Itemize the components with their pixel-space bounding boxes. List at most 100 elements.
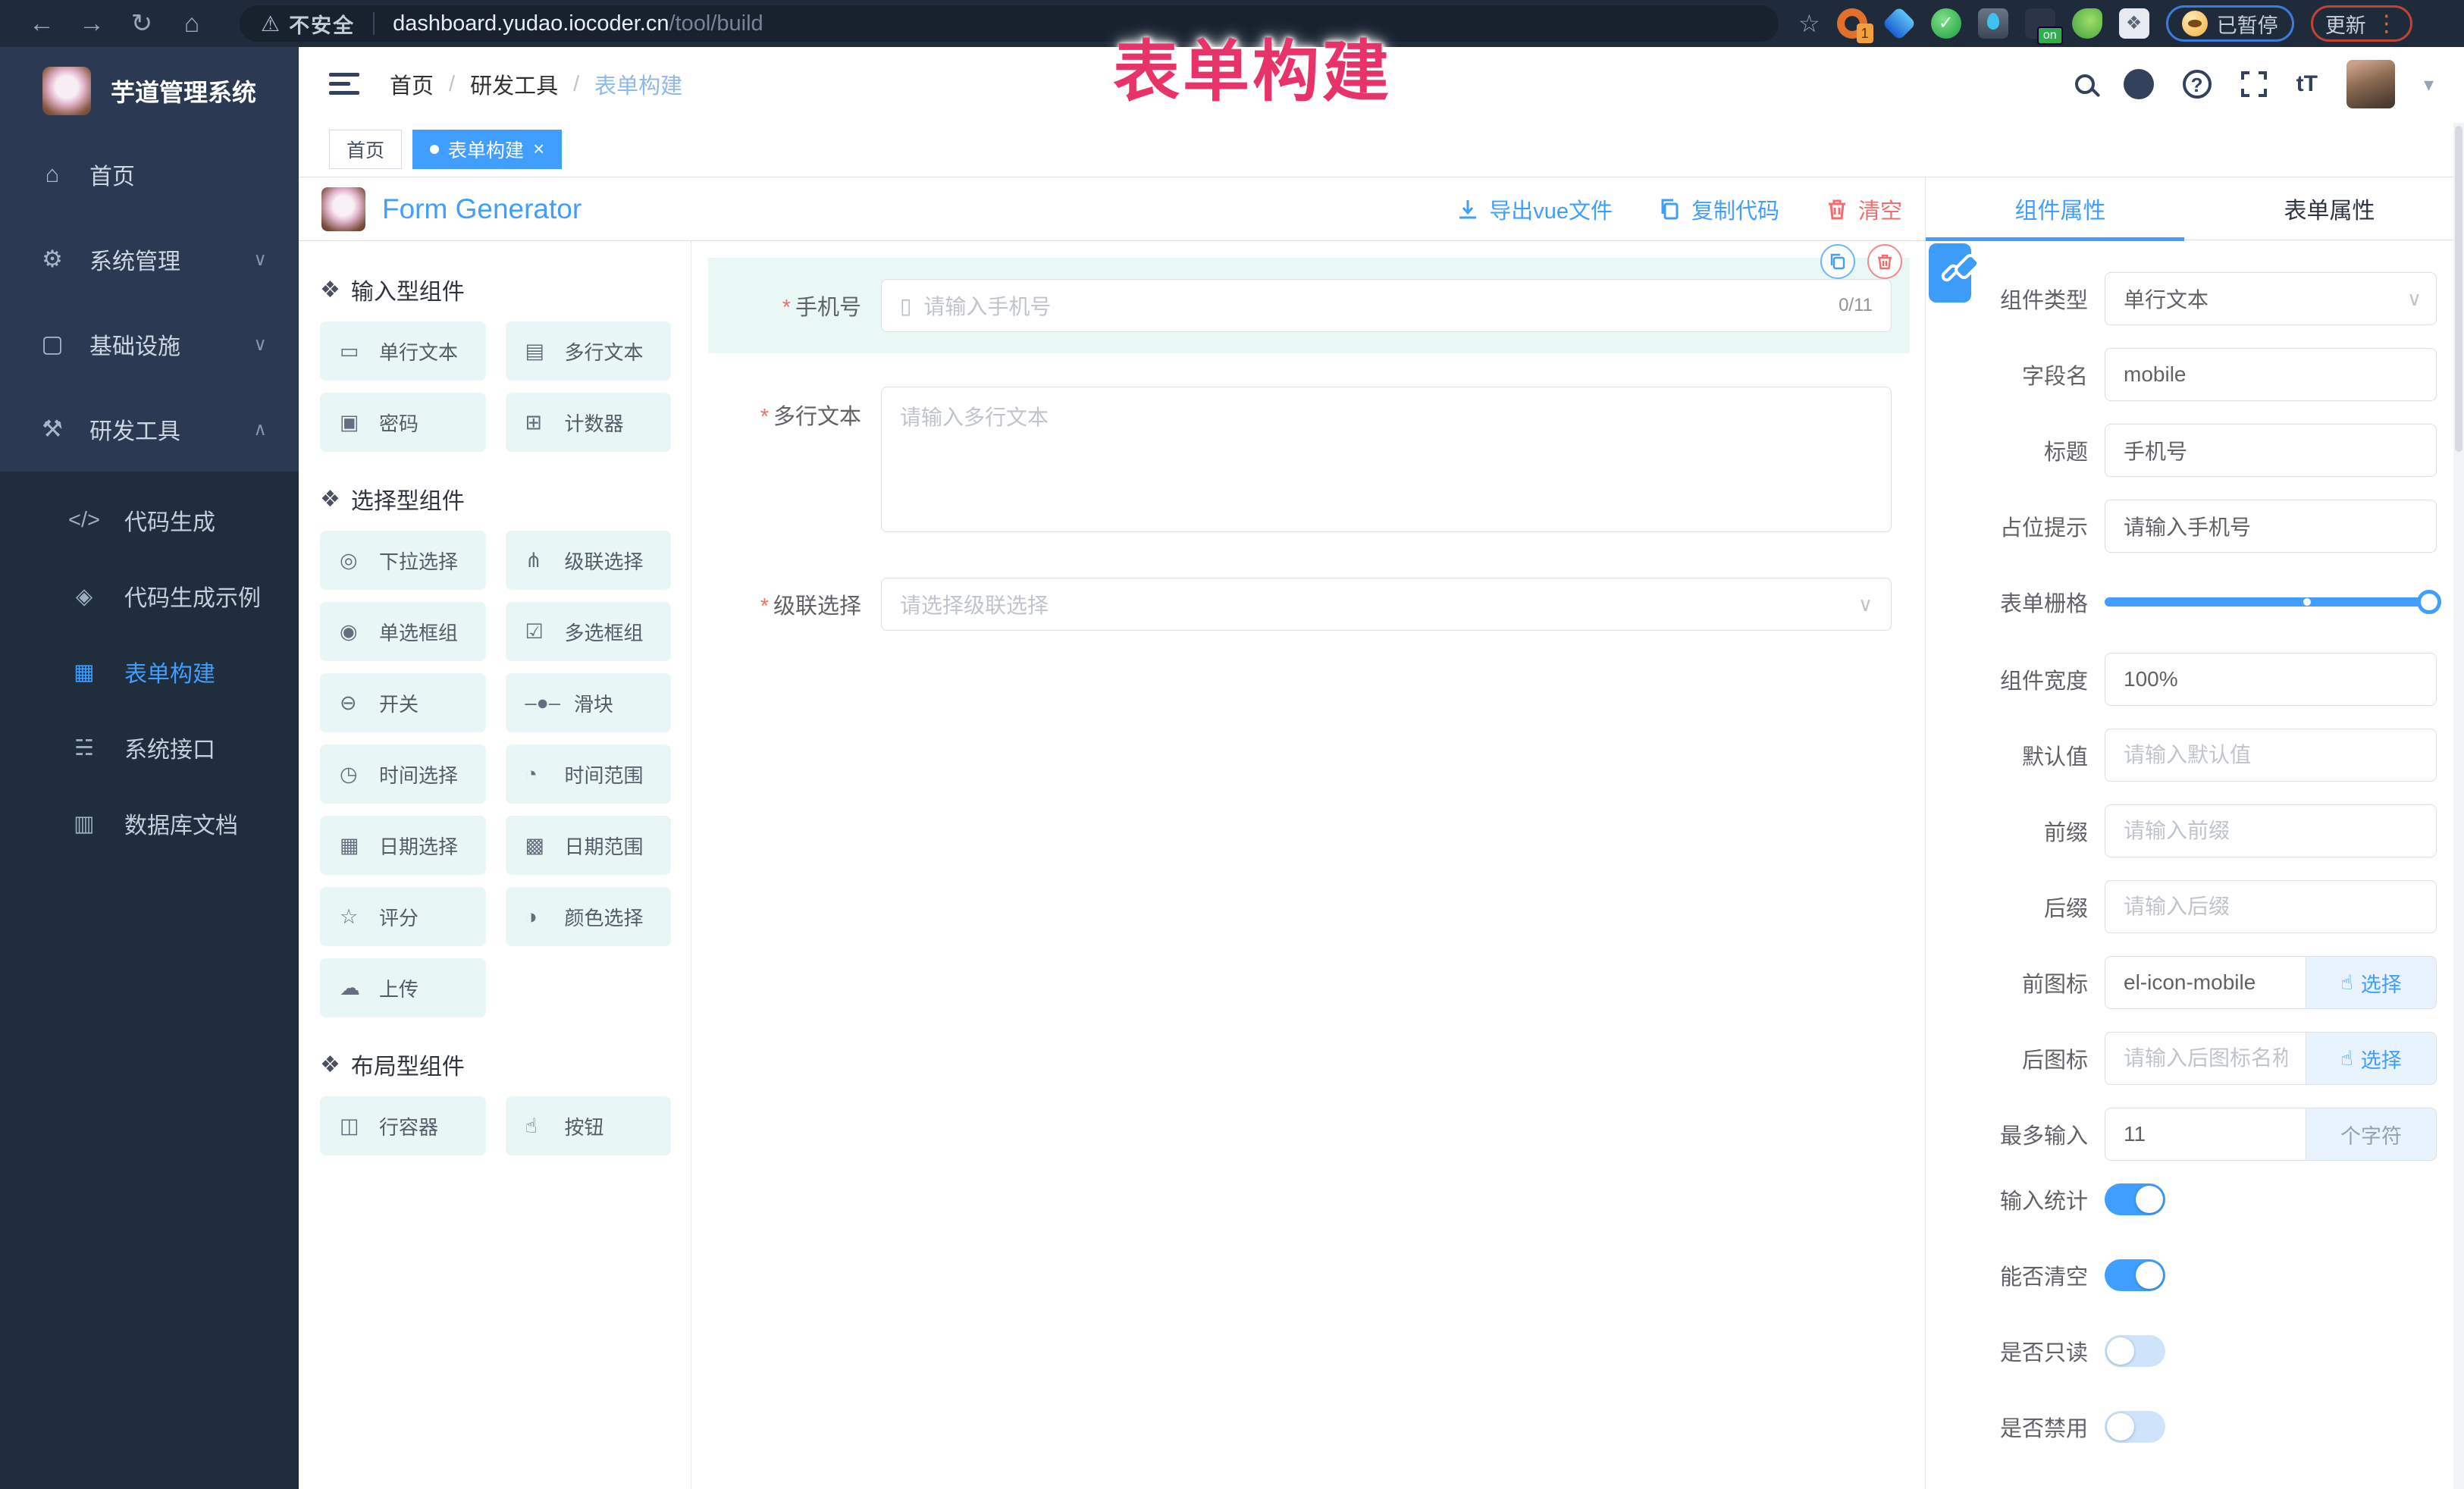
- prefix-icon-choose-button[interactable]: ☝ 选择: [2306, 956, 2437, 1009]
- avatar-caret-icon[interactable]: ▾: [2424, 73, 2434, 96]
- sidebar-item-db-doc[interactable]: ▥ 数据库文档: [0, 785, 299, 861]
- tag-form-builder[interactable]: 表单构建 ×: [412, 130, 562, 169]
- sidebar-item-code-demo[interactable]: ◈ 代码生成示例: [0, 558, 299, 634]
- textarea-input[interactable]: 请输入多行文本: [881, 387, 1892, 532]
- profile-paused-badge[interactable]: 已暂停: [2166, 5, 2294, 42]
- tab-form-props[interactable]: 表单属性: [2195, 177, 2464, 240]
- clearable-toggle[interactable]: [2105, 1259, 2165, 1291]
- title-input[interactable]: [2105, 424, 2437, 477]
- tag-close-icon[interactable]: ×: [533, 137, 544, 161]
- prefix-input[interactable]: [2105, 804, 2437, 857]
- prefix-icon-input[interactable]: [2105, 956, 2306, 1009]
- palette-item-checkbox-group[interactable]: ☑多选框组: [506, 602, 672, 661]
- extensions-puzzle-icon[interactable]: [2119, 8, 2149, 39]
- page-scrollbar[interactable]: [2453, 123, 2464, 1489]
- sidebar-item-infra[interactable]: ▢ 基础设施 ∨: [0, 302, 299, 387]
- tag-home[interactable]: 首页: [329, 130, 402, 169]
- suffix-input[interactable]: [2105, 880, 2437, 933]
- mobile-input[interactable]: ▯ 请输入手机号 0/11: [881, 279, 1892, 332]
- cloud-upload-icon: ☁: [340, 976, 365, 1000]
- component-type-select[interactable]: ∨: [2105, 272, 2437, 325]
- cascader-select[interactable]: 请选择级联选择 ∨: [881, 578, 1892, 631]
- extension-ring-icon[interactable]: 1: [1837, 8, 1867, 39]
- extension-check-icon[interactable]: [1931, 8, 1961, 39]
- palette-item-radio-group[interactable]: ◉单选框组: [320, 602, 486, 661]
- font-size-icon[interactable]: tT: [2296, 71, 2318, 97]
- url-path[interactable]: /tool/build: [669, 11, 763, 36]
- clear-button[interactable]: 清空: [1825, 193, 1902, 225]
- chrome-update-button[interactable]: 更新 ⋮: [2311, 5, 2412, 42]
- forward-icon[interactable]: →: [70, 9, 114, 39]
- help-icon[interactable]: ?: [2183, 70, 2212, 99]
- extension-leaf-icon[interactable]: [2072, 8, 2102, 39]
- tab-component-props[interactable]: 组件属性: [1926, 177, 2195, 240]
- address-bar[interactable]: ⚠ 不安全 dashboard.yudao.iocoder.cn /tool/b…: [240, 5, 1779, 42]
- bookmark-star-icon[interactable]: ☆: [1798, 9, 1820, 38]
- disabled-toggle[interactable]: [2105, 1411, 2165, 1443]
- sidebar-item-home[interactable]: ⌂ 首页: [0, 132, 299, 217]
- form-generator-panel: Form Generator 导出vue文件 复制代码: [299, 177, 1926, 1489]
- breadcrumb-devtools[interactable]: 研发工具: [470, 68, 558, 100]
- extension-gem-icon[interactable]: [1882, 6, 1916, 40]
- app-logo-block[interactable]: 芋道管理系统: [0, 47, 299, 132]
- default-value-input[interactable]: [2105, 729, 2437, 782]
- export-vue-button[interactable]: 导出vue文件: [1456, 193, 1613, 225]
- placeholder-input[interactable]: [2105, 500, 2437, 553]
- scrollbar-thumb[interactable]: [2455, 126, 2462, 452]
- user-avatar[interactable]: [2346, 60, 2395, 108]
- palette-item-color-picker[interactable]: ◑颜色选择: [506, 887, 672, 946]
- canvas-field-mobile[interactable]: *手机号 ▯ 请输入手机号 0/11: [708, 258, 1910, 353]
- palette-item-rate[interactable]: ☆评分: [320, 887, 486, 946]
- suffix-icon-input[interactable]: [2105, 1032, 2306, 1085]
- slider-handle[interactable]: [2417, 590, 2441, 614]
- readonly-toggle[interactable]: [2105, 1335, 2165, 1367]
- canvas-field-textarea[interactable]: *多行文本 请输入多行文本: [708, 387, 1910, 532]
- browser-menu-icon[interactable]: ⋮: [2375, 11, 2398, 37]
- palette-item-date-range[interactable]: ▩日期范围: [506, 816, 672, 875]
- component-type-value[interactable]: [2105, 272, 2437, 325]
- sidebar-item-code-gen[interactable]: </> 代码生成: [0, 482, 299, 558]
- palette-item-textarea[interactable]: ▤多行文本: [506, 321, 672, 381]
- palette-item-time-picker[interactable]: ◷时间选择: [320, 744, 486, 804]
- width-input[interactable]: [2105, 653, 2437, 706]
- field-name-input[interactable]: [2105, 348, 2437, 401]
- palette-item-upload[interactable]: ☁上传: [320, 958, 486, 1017]
- sidebar-item-system[interactable]: ⚙ 系统管理 ∨: [0, 217, 299, 302]
- palette-item-button[interactable]: ☝按钮: [506, 1096, 672, 1155]
- copy-code-button[interactable]: 复制代码: [1658, 193, 1779, 225]
- palette-item-switch[interactable]: ⊖开关: [320, 673, 486, 732]
- delete-field-button[interactable]: [1867, 244, 1902, 279]
- palette-item-password[interactable]: ▣密码: [320, 393, 486, 452]
- max-length-input[interactable]: [2105, 1108, 2306, 1161]
- palette-item-single-text[interactable]: ▭单行文本: [320, 321, 486, 381]
- palette-item-counter[interactable]: ⊞计数器: [506, 393, 672, 452]
- sidebar-item-devtools[interactable]: ⚒ 研发工具 ∧: [0, 387, 299, 472]
- palette-item-date-picker[interactable]: ▦日期选择: [320, 816, 486, 875]
- sidebar-item-api[interactable]: ☵ 系统接口: [0, 710, 299, 785]
- duplicate-field-button[interactable]: [1820, 244, 1855, 279]
- suffix-icon-choose-button[interactable]: ☝ 选择: [2306, 1032, 2437, 1085]
- form-grid-slider[interactable]: [2105, 597, 2431, 607]
- palette-item-cascader[interactable]: ⋔级联选择: [506, 531, 672, 590]
- show-count-toggle[interactable]: [2105, 1183, 2165, 1215]
- back-icon[interactable]: ←: [20, 9, 64, 39]
- fullscreen-icon[interactable]: [2240, 71, 2268, 98]
- extension-switch-icon[interactable]: on: [2025, 8, 2055, 39]
- selected-field-tools: [1820, 244, 1902, 279]
- palette-item-time-range[interactable]: ◔时间范围: [506, 744, 672, 804]
- collapse-menu-icon[interactable]: [329, 73, 359, 96]
- search-icon[interactable]: [2075, 74, 2095, 94]
- url-host[interactable]: dashboard.yudao.iocoder.cn: [393, 11, 669, 36]
- reload-icon[interactable]: ↻: [120, 8, 164, 39]
- palette-item-slider[interactable]: –●–滑块: [506, 673, 672, 732]
- not-secure-label[interactable]: 不安全: [289, 9, 355, 39]
- github-icon[interactable]: [2124, 69, 2154, 99]
- palette-item-row-container[interactable]: ◫行容器: [320, 1096, 486, 1155]
- extension-drop-icon[interactable]: [1978, 8, 2008, 39]
- breadcrumb-home[interactable]: 首页: [390, 68, 434, 100]
- home-icon[interactable]: ⌂: [170, 9, 214, 39]
- canvas-field-cascader[interactable]: *级联选择 请选择级联选择 ∨: [708, 578, 1910, 631]
- palette-item-dropdown[interactable]: ◎下拉选择: [320, 531, 486, 590]
- link-handle-button[interactable]: [1929, 243, 1971, 303]
- sidebar-item-form-builder[interactable]: ▦ 表单构建: [0, 634, 299, 710]
